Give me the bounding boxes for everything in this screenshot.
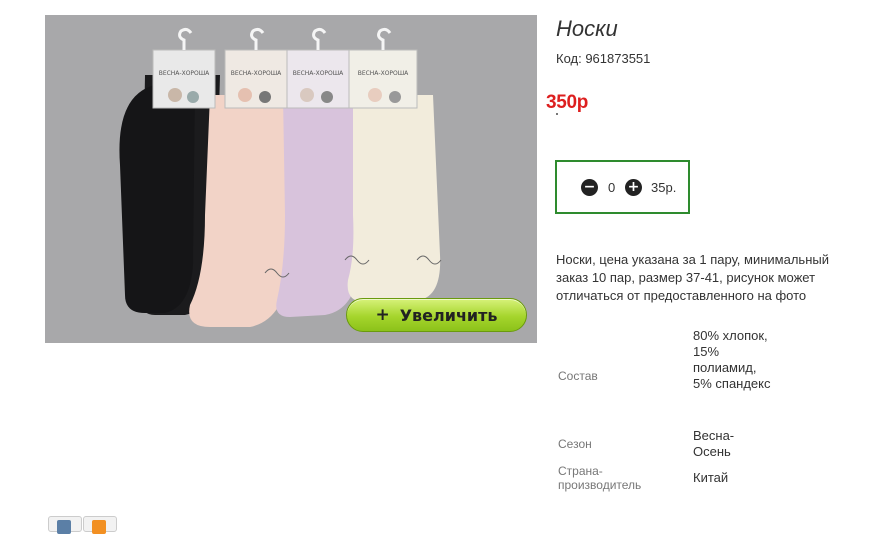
product-title: Носки [556,16,618,41]
spec-label-country: Страна-производитель [558,464,642,492]
zoom-button-label: Увеличить [399,305,498,325]
zoom-button[interactable]: + Увеличить [346,298,527,332]
odnoklassniki-share-button[interactable] [83,516,117,534]
spec-label-composition: Состав [558,369,598,383]
minus-icon[interactable]: − [581,179,598,196]
vk-icon [57,520,71,534]
sock-cream [347,95,441,302]
tag-brand-3: ВЕСНА-ХОРОША [293,70,344,77]
socks-image: ВЕСНА-ХОРОША ВЕСНА-ХОРОША ВЕСНА-ХОРОША В… [119,27,442,327]
tag-brand-4: ВЕСНА-ХОРОША [358,70,409,77]
spec-label-season: Сезон [558,437,592,451]
spec-value-composition: 80% хлопок, 15% полиамид, 5% спандекс [693,328,771,391]
tag-brand-1: ВЕСНА-ХОРОША [159,70,210,77]
quantity-total: 35р. [651,180,677,195]
product-photo[interactable]: ВЕСНА-ХОРОША ВЕСНА-ХОРОША ВЕСНА-ХОРОША В… [45,15,537,343]
spec-value-country: Китай [693,470,729,485]
product-tags: ВЕСНА-ХОРОША ВЕСНА-ХОРОША ВЕСНА-ХОРОША В… [152,49,418,109]
plus-icon: + [375,305,390,325]
odnoklassniki-icon [92,520,106,534]
hangers [178,27,392,50]
quantity-box: − 0 + 35р. [555,160,690,214]
product-description: Носки, цена указана за 1 пару, минимальн… [556,252,829,303]
vk-share-button[interactable] [48,516,82,534]
product-price: 350р [546,92,589,113]
divider-dot [556,113,558,115]
plus-icon[interactable]: + [625,179,642,196]
spec-value-season: Весна-Осень [693,428,735,459]
tag-brand-2: ВЕСНА-ХОРОША [231,70,282,77]
product-code: Код: 961873551 [556,51,651,66]
quantity-value[interactable]: 0 [608,180,615,195]
